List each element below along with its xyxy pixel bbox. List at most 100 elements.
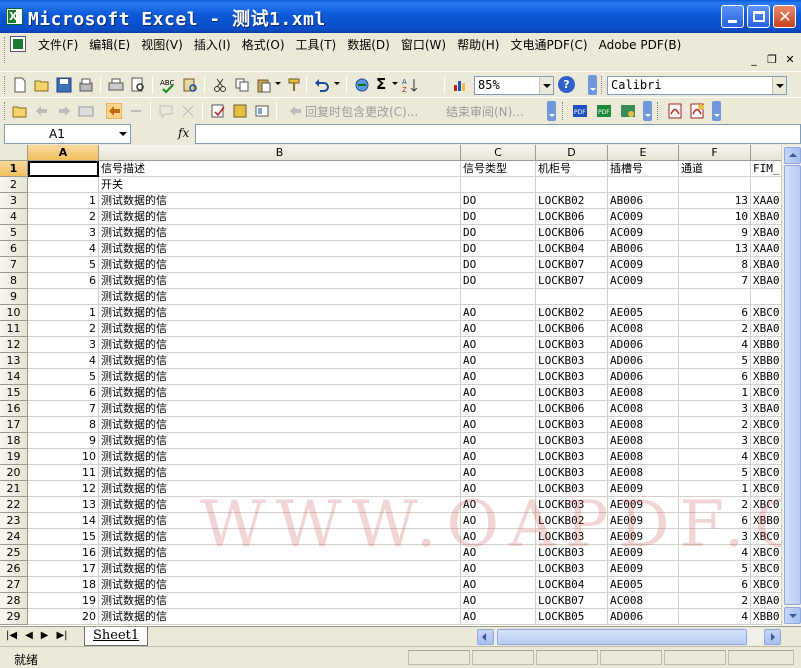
cell[interactable]: 5 [28,369,99,385]
toolbar-grip[interactable] [562,102,565,120]
cell[interactable]: LOCKB04 [536,241,608,257]
cell[interactable]: AE009 [608,545,679,561]
toolbar-options-button[interactable] [547,101,556,121]
cell[interactable]: 5 [679,561,751,577]
cell[interactable]: 4 [28,353,99,369]
review-pane-icon[interactable] [254,103,270,119]
cell[interactable]: XBB0 [751,337,781,353]
cell[interactable] [28,161,99,177]
cell[interactable]: XBA0 [751,257,781,273]
last-sheet-icon[interactable]: ▶| [56,630,67,641]
cell[interactable]: LOCKB04 [536,577,608,593]
row-header[interactable]: 25 [0,545,28,561]
cell[interactable]: AO [461,577,536,593]
scroll-right-button[interactable] [764,629,781,645]
cell[interactable]: AC008 [608,321,679,337]
cell[interactable] [679,289,751,305]
row-header[interactable]: 14 [0,369,28,385]
vertical-scrollbar[interactable] [781,145,801,626]
cell[interactable]: 2 [28,209,99,225]
horizontal-scroll-thumb[interactable] [497,629,747,645]
row-header[interactable]: 22 [0,497,28,513]
toolbar-grip[interactable] [4,102,7,120]
format-painter-icon[interactable] [286,77,302,93]
cell[interactable]: AO [461,529,536,545]
cell[interactable] [536,177,608,193]
cell[interactable]: 4 [679,449,751,465]
save-icon[interactable] [56,77,72,93]
pdf-settings-icon[interactable] [620,103,636,119]
chevron-down-icon[interactable] [539,77,553,94]
cell[interactable]: 5 [28,257,99,273]
cell[interactable]: AO [461,401,536,417]
cell[interactable]: 测试数据的信 [99,513,461,529]
cell[interactable]: 测试数据的信 [99,593,461,609]
row-header[interactable]: 27 [0,577,28,593]
cell[interactable] [461,289,536,305]
row-header[interactable]: 9 [0,289,28,305]
cell[interactable]: AE008 [608,465,679,481]
undo-dropdown-icon[interactable] [334,82,340,85]
cell[interactable]: XBC0 [751,497,781,513]
cell[interactable] [608,289,679,305]
cell[interactable]: 7 [28,401,99,417]
cell[interactable]: AC009 [608,209,679,225]
cell[interactable]: 13 [679,193,751,209]
cell[interactable]: 测试数据的信 [99,321,461,337]
cell[interactable]: XBC0 [751,385,781,401]
font-select[interactable]: Calibri [607,76,787,95]
cell[interactable]: 3 [28,337,99,353]
cell[interactable]: XAA0 [751,193,781,209]
cut-icon[interactable] [212,77,228,93]
row-header[interactable]: 11 [0,321,28,337]
cell[interactable]: AO [461,497,536,513]
pdf-excel-icon[interactable]: PDF [596,103,612,119]
menu-item-8[interactable]: 帮助(H) [457,36,510,54]
cell[interactable]: 8 [28,417,99,433]
cell[interactable]: AD006 [608,337,679,353]
cell[interactable]: 测试数据的信 [99,193,461,209]
cell[interactable]: 1 [28,193,99,209]
cell[interactable]: 4 [679,337,751,353]
track-changes-icon[interactable] [106,103,122,119]
first-sheet-icon[interactable]: |◀ [6,630,17,641]
cell[interactable]: AE005 [608,305,679,321]
cell[interactable]: LOCKB03 [536,497,608,513]
cell[interactable]: AO [461,545,536,561]
scroll-down-button[interactable] [784,607,801,624]
cell[interactable]: 2 [679,593,751,609]
prev-sheet-icon[interactable]: ◀ [25,630,33,641]
cell[interactable]: 测试数据的信 [99,417,461,433]
cell[interactable]: AO [461,417,536,433]
copy-icon[interactable] [234,77,250,93]
cell[interactable]: 测试数据的信 [99,273,461,289]
cell[interactable]: 14 [28,513,99,529]
menu-item-0[interactable]: 文件(F) [38,36,89,54]
cell[interactable]: LOCKB02 [536,513,608,529]
cell[interactable]: 9 [679,225,751,241]
cell[interactable]: 测试数据的信 [99,561,461,577]
cell[interactable] [28,289,99,305]
cell[interactable]: AE009 [608,561,679,577]
cell[interactable]: XBA0 [751,321,781,337]
cell[interactable]: XBB0 [751,609,781,625]
cell[interactable]: LOCKB03 [536,433,608,449]
cell[interactable]: 测试数据的信 [99,433,461,449]
cell[interactable] [608,177,679,193]
cell[interactable]: LOCKB02 [536,193,608,209]
cell[interactable]: AE008 [608,417,679,433]
cell[interactable]: 测试数据的信 [99,529,461,545]
research-icon[interactable] [182,77,198,93]
row-header[interactable]: 19 [0,449,28,465]
cell[interactable] [536,289,608,305]
cell[interactable]: XBC0 [751,545,781,561]
cell[interactable]: DO [461,225,536,241]
cell[interactable]: 测试数据的信 [99,305,461,321]
cell[interactable]: 13 [679,241,751,257]
cell[interactable]: AC008 [608,593,679,609]
cell[interactable]: 测试数据的信 [99,385,461,401]
cell[interactable]: AE009 [608,497,679,513]
menu-item-1[interactable]: 编辑(E) [89,36,141,54]
cell[interactable]: AB006 [608,241,679,257]
end-review-button[interactable]: 结束审阅(N)... [446,103,524,120]
